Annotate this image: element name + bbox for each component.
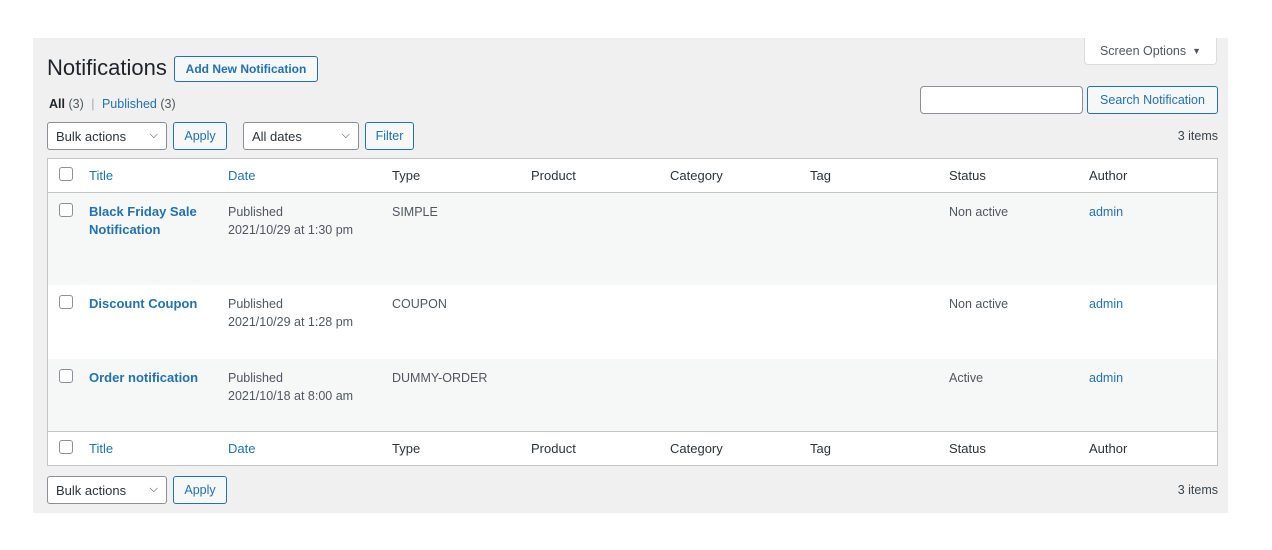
tag-cell bbox=[802, 358, 941, 432]
screen-options-button[interactable]: Screen Options ▼ bbox=[1084, 38, 1217, 65]
bulk-actions-select-bottom[interactable]: Bulk actions ⌵ bbox=[47, 476, 167, 504]
chevron-down-icon: ⌵ bbox=[149, 129, 158, 141]
table-row: Black Friday Sale Notification Published… bbox=[47, 192, 1218, 285]
column-category: Category bbox=[662, 431, 802, 466]
apply-button[interactable]: Apply bbox=[173, 122, 227, 150]
type-cell: COUPON bbox=[392, 296, 447, 311]
column-title[interactable]: Title bbox=[89, 168, 113, 183]
category-cell bbox=[662, 285, 802, 359]
row-checkbox[interactable] bbox=[59, 368, 73, 383]
column-title[interactable]: Title bbox=[89, 441, 113, 456]
date-value: 2021/10/29 at 1:30 pm bbox=[228, 223, 354, 237]
tag-cell bbox=[802, 192, 941, 285]
table-footer: Title Date Type Product Category Tag Sta… bbox=[47, 431, 1218, 466]
filter-button[interactable]: Filter bbox=[365, 122, 414, 150]
status-cell: Non active bbox=[949, 296, 1009, 311]
column-author: Author bbox=[1081, 431, 1218, 466]
column-date[interactable]: Date bbox=[228, 441, 255, 456]
column-author: Author bbox=[1081, 158, 1218, 193]
status-cell: Non active bbox=[941, 192, 1081, 285]
apply-button-bottom[interactable]: Apply bbox=[173, 476, 227, 504]
product-cell bbox=[523, 192, 662, 285]
row-title-link[interactable]: Discount Coupon bbox=[89, 296, 197, 311]
type-cell: SIMPLE bbox=[384, 192, 523, 285]
date-status: Published bbox=[228, 370, 283, 385]
type-cell: DUMMY-ORDER bbox=[384, 358, 523, 432]
column-product: Product bbox=[523, 431, 662, 466]
items-count: 3 items bbox=[1177, 129, 1218, 143]
table-row: Order notification Published 2021/10/18 a… bbox=[47, 358, 1218, 432]
tag-cell bbox=[802, 285, 941, 359]
date-status: Published bbox=[228, 205, 283, 219]
author-link[interactable]: admin bbox=[1089, 205, 1123, 219]
product-cell bbox=[523, 285, 662, 359]
separator: | bbox=[91, 97, 95, 111]
screen-options-label: Screen Options bbox=[1099, 44, 1187, 58]
table-header: Title Date Type Product Category Tag Sta… bbox=[47, 158, 1218, 193]
column-category: Category bbox=[662, 158, 802, 193]
date-status: Published bbox=[228, 296, 283, 311]
status-cell: Active bbox=[941, 358, 1081, 432]
page-title: Notifications bbox=[47, 55, 167, 80]
add-new-notification-button[interactable]: Add New Notification bbox=[174, 56, 318, 82]
row-checkbox[interactable] bbox=[59, 203, 73, 217]
select-all-checkbox[interactable] bbox=[59, 167, 73, 181]
row-title-link[interactable]: Black Friday Sale Notification bbox=[89, 204, 197, 237]
column-tag: Tag bbox=[802, 158, 941, 193]
column-date[interactable]: Date bbox=[228, 168, 255, 183]
search-input[interactable] bbox=[920, 86, 1083, 114]
bulk-actions-select[interactable]: Bulk actions ⌵ bbox=[47, 122, 167, 150]
row-checkbox[interactable] bbox=[59, 294, 73, 309]
date-value: 2021/10/29 at 1:28 pm bbox=[228, 314, 354, 329]
column-product: Product bbox=[523, 158, 662, 193]
author-link[interactable]: admin bbox=[1089, 371, 1123, 385]
column-type: Type bbox=[384, 431, 523, 466]
caret-down-icon: ▼ bbox=[1192, 46, 1202, 56]
column-tag: Tag bbox=[802, 431, 941, 466]
select-all-checkbox[interactable] bbox=[59, 440, 73, 454]
column-type: Type bbox=[384, 158, 523, 193]
row-title-link[interactable]: Order notification bbox=[89, 370, 198, 385]
table-row: Discount Coupon Published 2021/10/29 at 1… bbox=[48, 285, 1218, 359]
view-all[interactable]: All (3) bbox=[49, 97, 84, 111]
category-cell bbox=[662, 192, 802, 285]
date-filter-select[interactable]: All dates ⌵ bbox=[243, 122, 359, 150]
chevron-down-icon: ⌵ bbox=[341, 129, 350, 141]
author-link[interactable]: admin bbox=[1089, 297, 1123, 311]
chevron-down-icon: ⌵ bbox=[149, 483, 158, 495]
search-notification-button[interactable]: Search Notification bbox=[1087, 86, 1218, 114]
column-status: Status bbox=[941, 158, 1081, 193]
items-count-bottom: 3 items bbox=[1177, 483, 1218, 497]
column-status: Status bbox=[941, 431, 1081, 466]
admin-content: Screen Options ▼ Notifications Add New No… bbox=[33, 38, 1228, 513]
view-published[interactable]: Published (3) bbox=[102, 97, 176, 111]
notifications-table: Title Date Type Product Category Tag Sta… bbox=[47, 158, 1218, 466]
category-cell bbox=[662, 358, 802, 432]
view-filters: All (3) | Published (3) bbox=[49, 97, 176, 111]
date-value: 2021/10/18 at 8:00 am bbox=[228, 388, 354, 403]
product-cell bbox=[523, 358, 662, 432]
